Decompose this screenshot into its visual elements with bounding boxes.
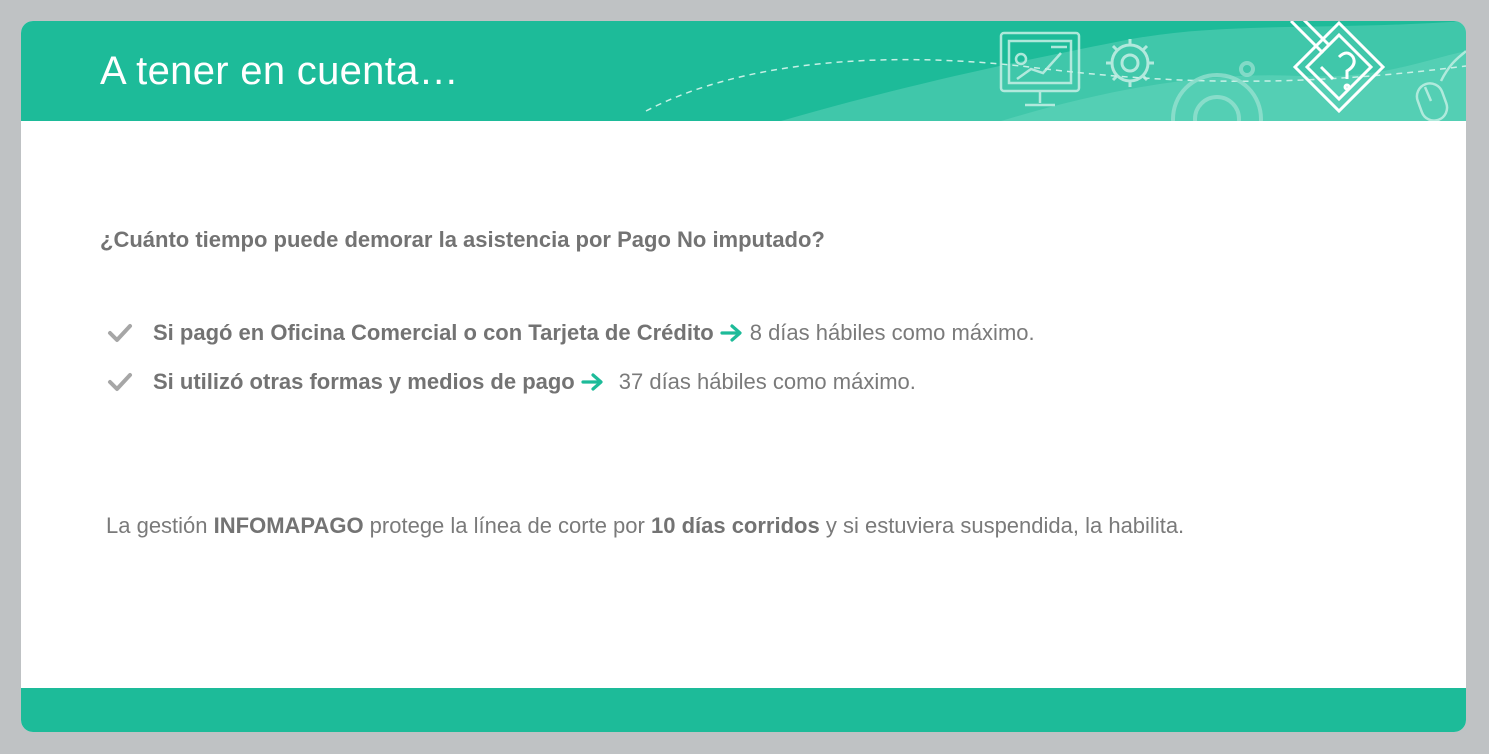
note-bold-infomapago: INFOMAPAGO (213, 513, 364, 538)
note-bold-days: 10 días corridos (650, 513, 820, 538)
infomapago-note: La gestión INFOMAPAGO protege la línea d… (106, 513, 1184, 539)
check-icon (108, 324, 132, 342)
arrow-right-icon (720, 324, 742, 342)
list-item: Si utilizó otras formas y medios de pago… (107, 367, 916, 397)
header-banner: A tener en cuenta… (21, 21, 1466, 121)
question-heading: ¿Cuánto tiempo puede demorar la asistenc… (100, 227, 825, 252)
note-text: protege la línea de corte por (363, 513, 651, 538)
bullet-value: 8 días hábiles como máximo. (749, 320, 1035, 345)
slide: A tener en cuenta… ¿Cuánto tiempo puede … (21, 21, 1466, 732)
list-item: Si pagó en Oficina Comercial o con Tarje… (107, 318, 1035, 348)
check-icon (108, 373, 132, 391)
note-text: y si estuviera suspendida, la habilita. (819, 513, 1185, 538)
bullet-label: Si utilizó otras formas y medios de pago (153, 369, 575, 394)
note-text: La gestión (106, 513, 214, 538)
arrow-right-icon (581, 373, 603, 391)
page-title: A tener en cuenta… (100, 49, 459, 93)
footer-bar (21, 688, 1466, 732)
bullet-value: 37 días hábiles como máximo. (618, 369, 916, 394)
bullet-label: Si pagó en Oficina Comercial o con Tarje… (153, 320, 714, 345)
